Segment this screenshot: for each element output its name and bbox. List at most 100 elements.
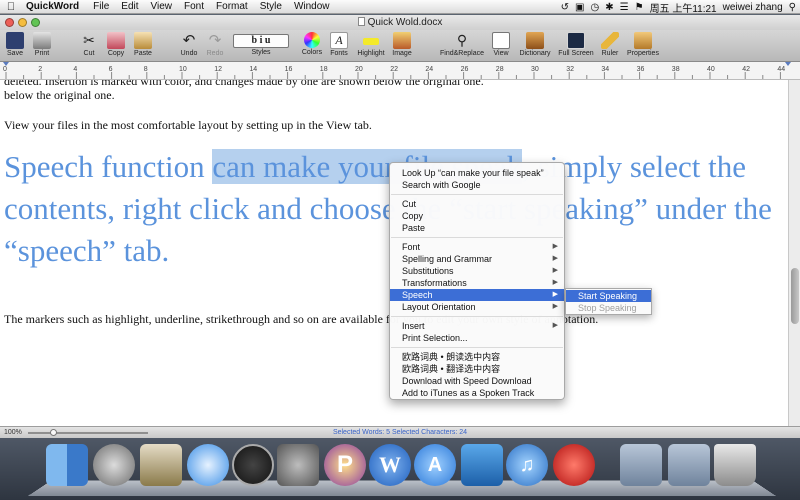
ruler-tick-label: 36 (637, 66, 645, 73)
find-replace-button[interactable]: ⚲ Find&Replace (438, 32, 486, 60)
menu-item-copy[interactable]: Copy (390, 210, 564, 222)
menu-item-paste[interactable]: Paste (390, 222, 564, 234)
menu-item-eudic-speak[interactable]: 欧路词典 • 朗读选中内容 (390, 351, 564, 363)
menu-item-speech[interactable]: Speech ▶ (390, 289, 564, 301)
ruler-tick-label: 32 (566, 66, 574, 73)
ruler-tick-label: 14 (249, 66, 257, 73)
submenu-arrow-icon: ▶ (552, 303, 558, 310)
menu-font[interactable]: Font (178, 1, 210, 12)
user-name[interactable]: weiwei zhang (723, 2, 783, 13)
menu-style[interactable]: Style (254, 1, 288, 12)
menu-item-spelling-grammar[interactable]: Spelling and Grammar ▶ (390, 253, 564, 265)
ruler-tick-label: 40 (707, 66, 715, 73)
submenu-arrow-icon: ▶ (552, 243, 558, 250)
properties-icon (634, 32, 652, 49)
dictionary-button[interactable]: Dictionary (516, 32, 554, 60)
launchpad-icon[interactable] (93, 444, 135, 486)
menu-item-search-google[interactable]: Search with Google (390, 179, 564, 191)
menu-file[interactable]: File (87, 1, 115, 12)
text-before-selection: Speech function (4, 149, 213, 184)
ruler-tick-label: 22 (390, 66, 398, 73)
system-preferences-icon[interactable] (277, 444, 319, 486)
mail-icon[interactable] (140, 444, 182, 486)
ruler-button[interactable]: Ruler (598, 32, 622, 60)
colors-icon (304, 32, 320, 48)
ruler-tick-label: 44 (777, 66, 785, 73)
document-paragraph: View your files in the most comfortable … (4, 118, 372, 132)
ruler-tick-label: 28 (496, 66, 504, 73)
save-button[interactable]: Save (4, 32, 26, 60)
submenu-arrow-icon: ▶ (552, 291, 558, 298)
find-replace-icon: ⚲ (456, 32, 468, 48)
trash-icon[interactable] (714, 444, 756, 486)
menu-item-eudic-translate[interactable]: 欧路词典 • 翻译选中内容 (390, 363, 564, 375)
copy-button[interactable]: Copy (104, 32, 128, 60)
itunes-icon[interactable]: ♫ (506, 444, 548, 486)
time-machine-icon[interactable]: ◷ (591, 2, 600, 13)
dashboard-icon[interactable] (232, 444, 274, 486)
menu-item-insert[interactable]: Insert ▶ (390, 320, 564, 332)
vertical-scrollbar[interactable] (788, 80, 800, 426)
view-button[interactable]: View (489, 32, 513, 60)
clock-text[interactable]: 周五 上午11:21 (650, 0, 717, 15)
menu-item-transformations[interactable]: Transformations ▶ (390, 277, 564, 289)
undo-button[interactable]: ↶ Undo (178, 32, 200, 60)
menu-item-print-selection[interactable]: Print Selection... (390, 332, 564, 344)
safari-icon[interactable] (187, 444, 229, 486)
fonts-button[interactable]: A Fonts (327, 32, 351, 60)
menu-item-layout-orientation[interactable]: Layout Orientation ▶ (390, 301, 564, 313)
ruler[interactable]: 0 2 4 6 8 10 12 14 16 18 20 22 24 26 28 30 32 34 36 38 40 42 4… (0, 62, 800, 80)
menu-edit[interactable]: Edit (115, 1, 144, 12)
p-app-icon[interactable]: P (324, 444, 366, 486)
print-button[interactable]: Print (30, 32, 54, 60)
applications-folder-icon[interactable] (620, 444, 662, 486)
full-screen-button[interactable]: Full Screen (557, 32, 595, 60)
menu-view[interactable]: View (145, 1, 179, 12)
spotlight-icon[interactable]: ⚲ (789, 2, 796, 13)
redo-button[interactable]: ↷ Redo (204, 32, 226, 60)
menu-item-look-up[interactable]: Look Up “can make your file speak” (390, 167, 564, 179)
ruler-margin-marker[interactable] (785, 62, 791, 66)
menu-format[interactable]: Format (210, 1, 254, 12)
ruler-icon (601, 32, 619, 49)
highlight-button[interactable]: Highlight (354, 32, 388, 60)
app-store-icon[interactable]: A (414, 444, 456, 486)
undo-icon: ↶ (182, 32, 196, 49)
word-icon[interactable]: W (369, 444, 411, 486)
ruler-tick-label: 4 (73, 66, 77, 73)
menu-separator (391, 237, 563, 238)
styles-button[interactable]: b i u Styles (232, 32, 290, 60)
documents-folder-icon[interactable] (668, 444, 710, 486)
speech-submenu: Start Speaking Stop Speaking (565, 288, 652, 315)
sync-icon[interactable]: ↺ (561, 2, 569, 13)
apple-menu-icon[interactable]:  (0, 1, 22, 13)
properties-button[interactable]: Properties (626, 32, 660, 60)
ruler-tick-label: 0 (3, 66, 7, 73)
menu-window[interactable]: Window (288, 1, 336, 12)
colors-button[interactable]: Colors (300, 32, 324, 60)
menu-item-cut[interactable]: Cut (390, 198, 564, 210)
finder-icon[interactable] (46, 444, 88, 486)
toolbar: Save Print ✂ Cut Copy Paste ↶ Undo ↷ Red… (0, 30, 800, 62)
screen-icon[interactable]: ▣ (575, 2, 584, 13)
ruler-tick-label: 38 (672, 66, 680, 73)
menu-item-itunes-spoken-track[interactable]: Add to iTunes as a Spoken Track (390, 387, 564, 399)
wifi-icon[interactable]: ☰ (620, 2, 629, 13)
window-title-bar: Quick Wold.docx (0, 15, 800, 30)
menu-app-name[interactable]: QuickWord (22, 1, 87, 12)
bluetooth-icon[interactable]: ✱ (605, 2, 613, 13)
cut-icon: ✂ (83, 32, 95, 48)
menu-item-font[interactable]: Font ▶ (390, 241, 564, 253)
dropbox-icon[interactable] (461, 444, 503, 486)
image-button[interactable]: Image (390, 32, 414, 60)
menu-item-speed-download[interactable]: Download with Speed Download (390, 375, 564, 387)
scrollbar-thumb[interactable] (791, 268, 799, 324)
paste-button[interactable]: Paste (131, 32, 155, 60)
acrobat-icon[interactable] (553, 444, 595, 486)
print-icon (33, 32, 51, 49)
cut-button[interactable]: ✂ Cut (78, 32, 100, 60)
submenu-start-speaking[interactable]: Start Speaking (566, 290, 651, 302)
ruler-tick-label: 16 (285, 66, 293, 73)
flag-icon[interactable]: ⚑ (635, 2, 644, 13)
menu-item-substitutions[interactable]: Substitutions ▶ (390, 265, 564, 277)
